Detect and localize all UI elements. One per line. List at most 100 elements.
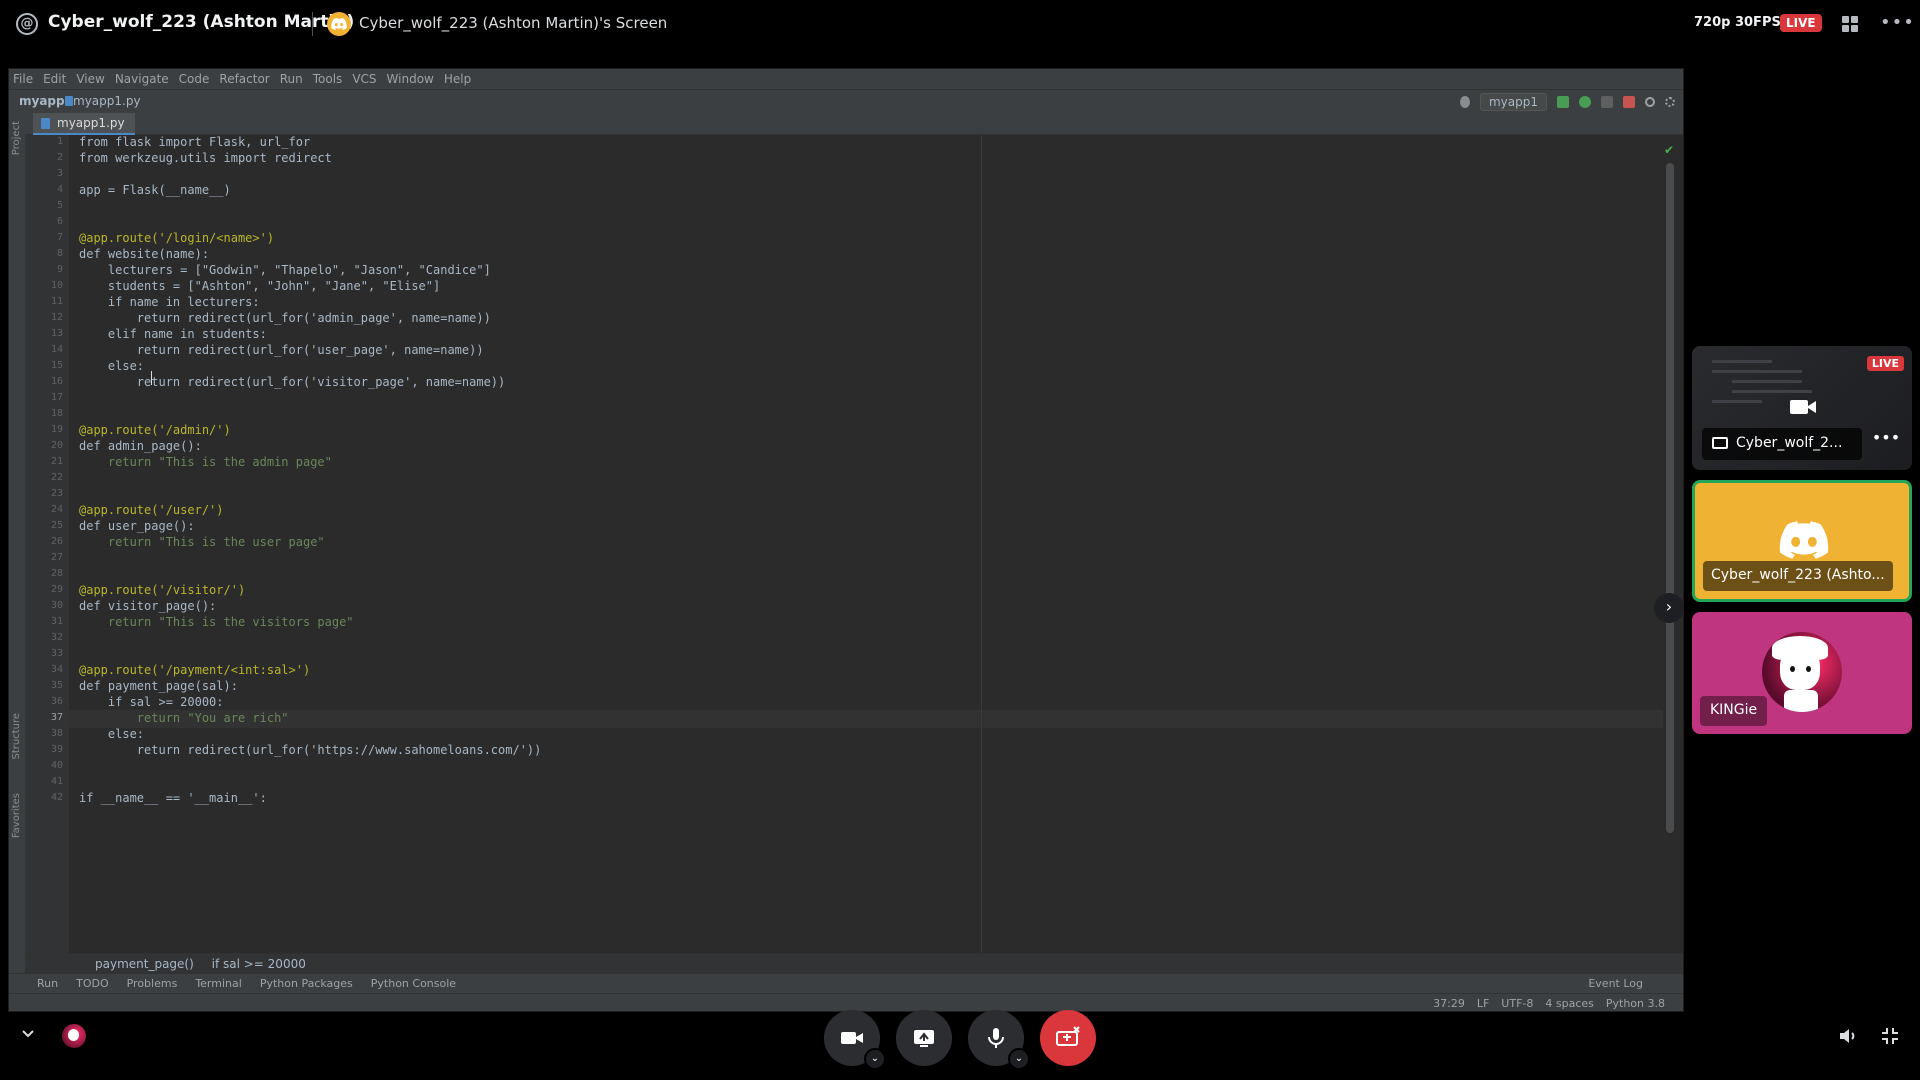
ide-menu-bar: File Edit View Navigate Code Refactor Ru… (9, 69, 1683, 89)
menu-navigate[interactable]: Navigate (115, 72, 169, 86)
more-icon[interactable]: ••• (1880, 12, 1915, 33)
participant-tile-kingie[interactable]: KINGie (1692, 612, 1912, 734)
line-number: 33 (50, 648, 63, 659)
code-line-38: else: (79, 727, 145, 741)
chevron-down-icon[interactable] (20, 1026, 36, 1042)
code-line-30: def visitor_page(): (79, 599, 217, 613)
microphone-button[interactable]: ⌄ (968, 1010, 1030, 1070)
gear-icon[interactable] (1665, 97, 1675, 107)
inspection-ok-icon[interactable]: ✔ (1664, 143, 1674, 157)
line-number: 1 (56, 136, 63, 147)
code-line-2: from werkzeug.utils import redirect (79, 151, 332, 165)
editor-scrollbar[interactable] (1666, 163, 1674, 833)
menu-refactor[interactable]: Refactor (219, 72, 269, 86)
line-number: 19 (50, 424, 63, 435)
breadcrumb-condition[interactable]: if sal >= 20000 (212, 957, 306, 971)
stop-icon[interactable] (1623, 96, 1635, 108)
menu-tools[interactable]: Tools (313, 72, 343, 86)
indent-setting[interactable]: 4 spaces (1545, 997, 1594, 1010)
participant-name: KINGie (1700, 696, 1768, 726)
project-name[interactable]: myapp (19, 94, 65, 108)
menu-view[interactable]: View (76, 72, 104, 86)
tool-structure[interactable]: Structure (11, 713, 22, 760)
at-icon: @ (16, 13, 38, 35)
menu-vcs[interactable]: VCS (352, 72, 376, 86)
participant-name: Cyber_wolf_223 (Ashto... (1703, 561, 1893, 591)
volume-icon[interactable] (1838, 1026, 1858, 1046)
tool-terminal[interactable]: Terminal (195, 977, 242, 990)
line-number: 3 (56, 168, 63, 179)
code-line-36: if sal >= 20000: (79, 695, 224, 709)
line-separator[interactable]: LF (1477, 997, 1489, 1010)
discord-icon (1779, 521, 1829, 559)
tool-python-packages[interactable]: Python Packages (260, 977, 353, 990)
grid-icon[interactable] (1842, 16, 1858, 32)
chevron-down-icon[interactable]: ⌄ (1008, 1048, 1030, 1070)
chevron-right-icon[interactable]: › (1654, 593, 1683, 623)
line-number: 39 (50, 744, 63, 755)
monitor-icon (1712, 437, 1728, 449)
line-number: 21 (50, 456, 63, 467)
participant-tile-stream[interactable]: LIVE Cyber_wolf_2... ••• (1692, 346, 1912, 470)
tool-project[interactable]: Project (11, 121, 22, 155)
code-line-13: elif name in students: (79, 327, 267, 341)
menu-edit[interactable]: Edit (43, 72, 66, 86)
line-number: 20 (50, 440, 63, 451)
tool-run[interactable]: Run (37, 977, 58, 990)
nav-file-name[interactable]: myapp1.py (73, 94, 141, 108)
python-interpreter[interactable]: Python 3.8 (1606, 997, 1665, 1010)
stream-name: Cyber_wolf_2... (1736, 435, 1843, 451)
tool-python-console[interactable]: Python Console (371, 977, 456, 990)
run-config-select[interactable]: myapp1 (1479, 93, 1547, 111)
code-line-14: return redirect(url_for('user_page', nam… (79, 343, 484, 357)
breadcrumb-function[interactable]: payment_page() (95, 957, 194, 971)
menu-file[interactable]: File (13, 72, 33, 86)
line-number: 2 (56, 152, 63, 163)
user-icon[interactable] (1459, 96, 1470, 108)
breadcrumb: payment_page() if sal >= 20000 (25, 953, 1683, 973)
line-number: 9 (56, 264, 63, 275)
coverage-icon[interactable] (1601, 96, 1613, 108)
live-badge: LIVE (1866, 356, 1904, 371)
code-line-8: def website(name): (79, 247, 210, 261)
rerun-icon[interactable] (1557, 96, 1569, 108)
cursor-position[interactable]: 37:29 (1433, 997, 1465, 1010)
menu-window[interactable]: Window (387, 72, 434, 86)
screen-share-button[interactable] (896, 1010, 952, 1066)
code-line-20: def admin_page(): (79, 439, 202, 453)
tab-label: myapp1.py (57, 116, 125, 130)
code-line-7: @app.route('/login/<name>') (79, 231, 275, 245)
code-editor[interactable]: from flask import Flask, url_for from we… (69, 135, 1669, 973)
menu-code[interactable]: Code (179, 72, 210, 86)
file-encoding[interactable]: UTF-8 (1501, 997, 1533, 1010)
camera-button[interactable]: ⌄ (824, 1010, 886, 1070)
avatar[interactable] (62, 1024, 86, 1048)
camera-icon (1790, 400, 1816, 414)
line-number: 12 (50, 312, 63, 323)
tool-favorites[interactable]: Favorites (11, 793, 22, 838)
participant-tile-user[interactable]: Cyber_wolf_223 (Ashto... (1692, 480, 1912, 602)
tool-todo[interactable]: TODO (76, 977, 109, 990)
caret-line-highlight (69, 710, 1663, 728)
code-line-35: def payment_page(sal): (79, 679, 238, 693)
menu-help[interactable]: Help (444, 72, 471, 86)
tab-myapp1[interactable]: myapp1.py (33, 113, 135, 135)
line-number: 31 (50, 616, 63, 627)
line-number: 6 (56, 216, 63, 227)
event-log-button[interactable]: Event Log (1588, 977, 1643, 990)
more-icon[interactable]: ••• (1870, 428, 1902, 456)
debug-icon[interactable] (1579, 96, 1591, 108)
leave-stream-button[interactable] (1040, 1010, 1096, 1066)
line-number: 4 (56, 184, 63, 195)
code-line-15: else: (79, 359, 145, 373)
search-icon[interactable] (1645, 97, 1655, 107)
exit-fullscreen-icon[interactable] (1880, 1026, 1900, 1046)
tool-problems[interactable]: Problems (127, 977, 178, 990)
code-line-24: @app.route('/user/') (79, 503, 224, 517)
line-number: 32 (50, 632, 63, 643)
screen-title: Cyber_wolf_223 (Ashton Martin)'s Screen (359, 14, 668, 32)
code-line-25: def user_page(): (79, 519, 195, 533)
chevron-down-icon[interactable]: ⌄ (864, 1048, 886, 1070)
menu-run[interactable]: Run (280, 72, 303, 86)
code-line-21: return "This is the admin page" (79, 455, 332, 469)
